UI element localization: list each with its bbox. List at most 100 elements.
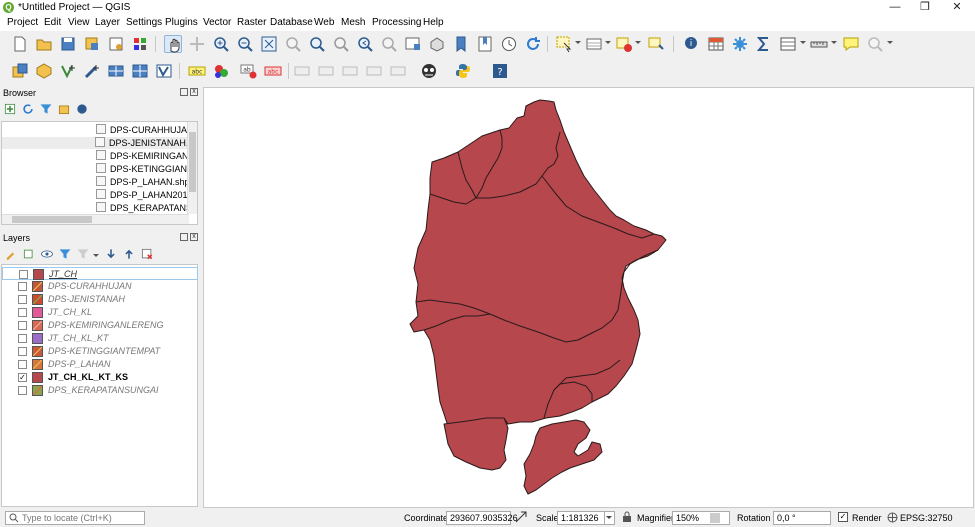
chevron-down-icon[interactable] (575, 41, 581, 44)
minimize-button[interactable]: — (880, 0, 910, 16)
render-checkbox[interactable]: ✓ (838, 512, 848, 522)
list-item[interactable]: DPS-CURAHHUJAN.s (96, 124, 197, 136)
list-item[interactable]: DPS-P_LAHAN.shp (96, 176, 190, 188)
add-vector-layer-icon[interactable] (59, 62, 77, 80)
layer-row[interactable]: JT_CH_KL (2, 306, 198, 319)
zoom-to-selection-icon[interactable] (284, 35, 302, 53)
chevron-down-icon[interactable] (800, 41, 806, 44)
coordinate-field[interactable]: 293607.9035326 (446, 511, 518, 525)
list-item[interactable]: DPS-P_LAHAN2012.s (96, 189, 197, 201)
float-panel-icon[interactable] (180, 233, 188, 241)
chevron-down-icon[interactable] (605, 41, 611, 44)
style-manager-icon[interactable] (131, 35, 149, 53)
layer-visibility-checkbox[interactable] (18, 295, 27, 304)
python-console-icon[interactable] (454, 62, 472, 80)
layer-row[interactable]: DPS-JENISTANAH (2, 293, 198, 306)
label-properties-icon[interactable] (365, 62, 383, 80)
new-bookmark-icon[interactable] (452, 35, 470, 53)
properties-info-icon[interactable] (75, 102, 89, 116)
close-panel-icon[interactable]: x (190, 233, 198, 241)
list-item[interactable]: DPS-JENISTANAH.sh (2, 137, 197, 149)
list-item[interactable]: DPS-KEMIRINGANLE (96, 150, 197, 162)
new-project-icon[interactable] (11, 35, 29, 53)
label-history-icon[interactable] (389, 62, 407, 80)
layer-diagram-icon[interactable] (212, 62, 230, 80)
zoom-to-layer-icon[interactable] (308, 35, 326, 53)
layer-row[interactable]: DPS-CURAHHUJAN (2, 280, 198, 293)
remove-layer-icon[interactable] (140, 247, 154, 261)
toggle-extents-icon[interactable] (515, 511, 527, 526)
layer-visibility-checkbox[interactable] (18, 334, 27, 343)
map-features[interactable] (204, 88, 975, 509)
collapse-all-icon[interactable] (57, 102, 71, 116)
menu-project[interactable]: Project (7, 17, 38, 28)
layer-row[interactable]: ✓ JT_CH_KL_KT_KS (2, 371, 198, 384)
layer-visibility-checkbox[interactable] (18, 321, 27, 330)
identify-features-icon[interactable]: i (683, 35, 701, 53)
rotate-label-icon[interactable] (317, 62, 335, 80)
close-button[interactable]: ✕ (942, 0, 972, 16)
layer-symbol-swatch[interactable] (32, 333, 43, 344)
zoom-last-icon[interactable] (356, 35, 374, 53)
help-contents-icon[interactable]: ? (491, 62, 509, 80)
layer-visibility-checkbox[interactable] (18, 308, 27, 317)
list-item[interactable]: DPS-KETINGGIANTEN (96, 163, 197, 175)
layer-symbol-swatch[interactable] (32, 372, 43, 383)
print-layout-icon[interactable] (107, 35, 125, 53)
save-as-icon[interactable] (83, 35, 101, 53)
filter-icon[interactable] (39, 102, 53, 116)
menu-database[interactable]: Database (270, 17, 313, 28)
chevron-down-icon[interactable] (93, 254, 99, 257)
layer-symbol-swatch[interactable] (32, 385, 43, 396)
filter-by-expression-icon[interactable] (76, 247, 90, 261)
show-hide-labels-icon[interactable]: abc (264, 62, 282, 80)
add-group-icon[interactable] (22, 247, 36, 261)
menu-processing[interactable]: Processing (372, 17, 421, 28)
chevron-down-icon[interactable] (831, 41, 837, 44)
layer-row[interactable]: JT_CH (2, 267, 198, 280)
highlight-pin-label-icon[interactable]: ab (240, 62, 258, 80)
add-wms-layer-icon[interactable] (131, 62, 149, 80)
map-tips-icon[interactable] (842, 35, 860, 53)
layer-symbol-swatch[interactable] (32, 320, 43, 331)
new-3d-map-view-icon[interactable] (428, 35, 446, 53)
measure-line-icon[interactable] (810, 35, 828, 53)
select-by-value-icon[interactable] (585, 35, 603, 53)
collapse-all-icon[interactable] (122, 247, 136, 261)
menu-help[interactable]: Help (423, 17, 444, 28)
map-canvas[interactable] (203, 87, 974, 508)
open-field-calculator-icon[interactable] (779, 35, 797, 53)
layer-visibility-checkbox[interactable] (18, 282, 27, 291)
new-map-view-icon[interactable] (404, 35, 422, 53)
menu-web[interactable]: Web (314, 17, 334, 28)
clear-magnifier-icon[interactable] (710, 513, 720, 523)
temporal-controller-icon[interactable] (500, 35, 518, 53)
layer-symbol-swatch[interactable] (32, 346, 43, 357)
zoom-next-icon[interactable] (380, 35, 398, 53)
zoom-native-icon[interactable] (332, 35, 350, 53)
menu-layer[interactable]: Layer (95, 17, 120, 28)
layer-styling-brush-icon[interactable] (4, 247, 18, 261)
lock-scale-icon[interactable] (622, 511, 632, 526)
chevron-down-icon[interactable] (604, 512, 613, 524)
add-selected-layers-icon[interactable] (3, 102, 17, 116)
scale-field[interactable]: 1:181326 (557, 511, 615, 525)
maximize-button[interactable]: ❐ (910, 0, 940, 16)
pan-hand-icon[interactable] (164, 35, 182, 53)
menu-edit[interactable]: Edit (44, 17, 61, 28)
zoom-in-icon[interactable] (212, 35, 230, 53)
layer-visibility-checkbox[interactable] (18, 347, 27, 356)
browser-vertical-scrollbar[interactable] (187, 122, 197, 214)
change-label-icon[interactable] (341, 62, 359, 80)
menu-vector[interactable]: Vector (203, 17, 231, 28)
layer-row[interactable]: JT_CH_KL_KT (2, 332, 198, 345)
add-raster-layer-icon[interactable] (83, 62, 101, 80)
layer-visibility-checkbox[interactable] (18, 360, 27, 369)
menu-raster[interactable]: Raster (237, 17, 266, 28)
label-toolbar-icon[interactable]: abc (188, 62, 206, 80)
pan-to-selection-icon[interactable] (188, 35, 206, 53)
crs-globe-icon[interactable] (887, 512, 898, 526)
deselect-all-icon[interactable] (615, 35, 633, 53)
layer-symbol-swatch[interactable] (32, 359, 43, 370)
filter-legend-icon[interactable] (58, 247, 72, 261)
